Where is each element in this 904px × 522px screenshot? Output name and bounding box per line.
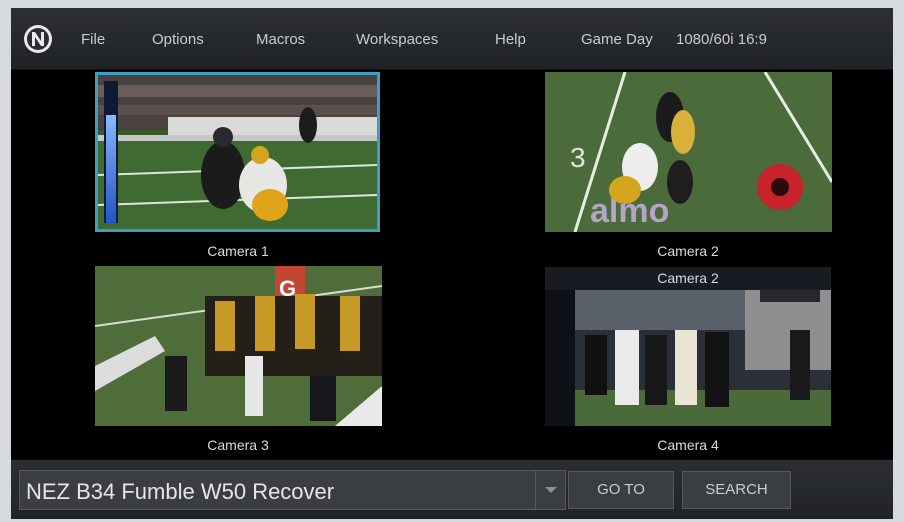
camera-4-label: Camera 4 — [657, 437, 719, 453]
chevron-down-icon — [545, 487, 557, 493]
menu-workspaces[interactable]: Workspaces — [356, 31, 438, 48]
search-button[interactable]: SEARCH — [682, 471, 791, 509]
camera-3-monitor[interactable]: G — [95, 266, 382, 426]
audio-vu-meter — [106, 115, 116, 223]
goto-button[interactable]: GO TO — [568, 471, 674, 509]
video-format: 1080/60i 16:9 — [676, 31, 767, 48]
menu-options[interactable]: Options — [152, 31, 204, 48]
marker-dropdown-button[interactable] — [535, 471, 565, 509]
camera-2-label: Camera 2 — [657, 243, 719, 259]
menu-help[interactable]: Help — [495, 31, 526, 48]
svg-text:3: 3 — [570, 142, 586, 173]
camera-4-top-label: Camera 2 — [545, 267, 831, 290]
session-name: Game Day — [581, 31, 653, 48]
camera-1-monitor[interactable] — [95, 72, 380, 232]
camera-1-label: Camera 1 — [207, 243, 269, 259]
multiview-area: Camera 1 3 almo Camera 2 G Camera 3 Came… — [11, 70, 893, 458]
menu-file[interactable]: File — [81, 31, 105, 48]
marker-combobox[interactable]: NEZ B34 Fumble W50 Recover — [19, 470, 566, 510]
newtek-logo-icon[interactable] — [23, 24, 53, 54]
menu-bar: File Options Macros Workspaces Help Game… — [11, 8, 893, 70]
menu-macros[interactable]: Macros — [256, 31, 305, 48]
camera-2-monitor[interactable]: 3 almo — [545, 72, 832, 232]
camera-2-video: 3 almo — [545, 72, 832, 232]
marker-bar: NEZ B34 Fumble W50 Recover GO TO SEARCH — [11, 460, 893, 519]
camera-1-video — [98, 75, 377, 229]
camera-3-video: G — [95, 266, 382, 426]
camera-4-video — [545, 290, 831, 426]
camera-3-label: Camera 3 — [207, 437, 269, 453]
marker-text[interactable]: NEZ B34 Fumble W50 Recover — [26, 479, 334, 505]
app-window: File Options Macros Workspaces Help Game… — [11, 8, 893, 519]
camera-4-monitor[interactable] — [545, 290, 831, 426]
